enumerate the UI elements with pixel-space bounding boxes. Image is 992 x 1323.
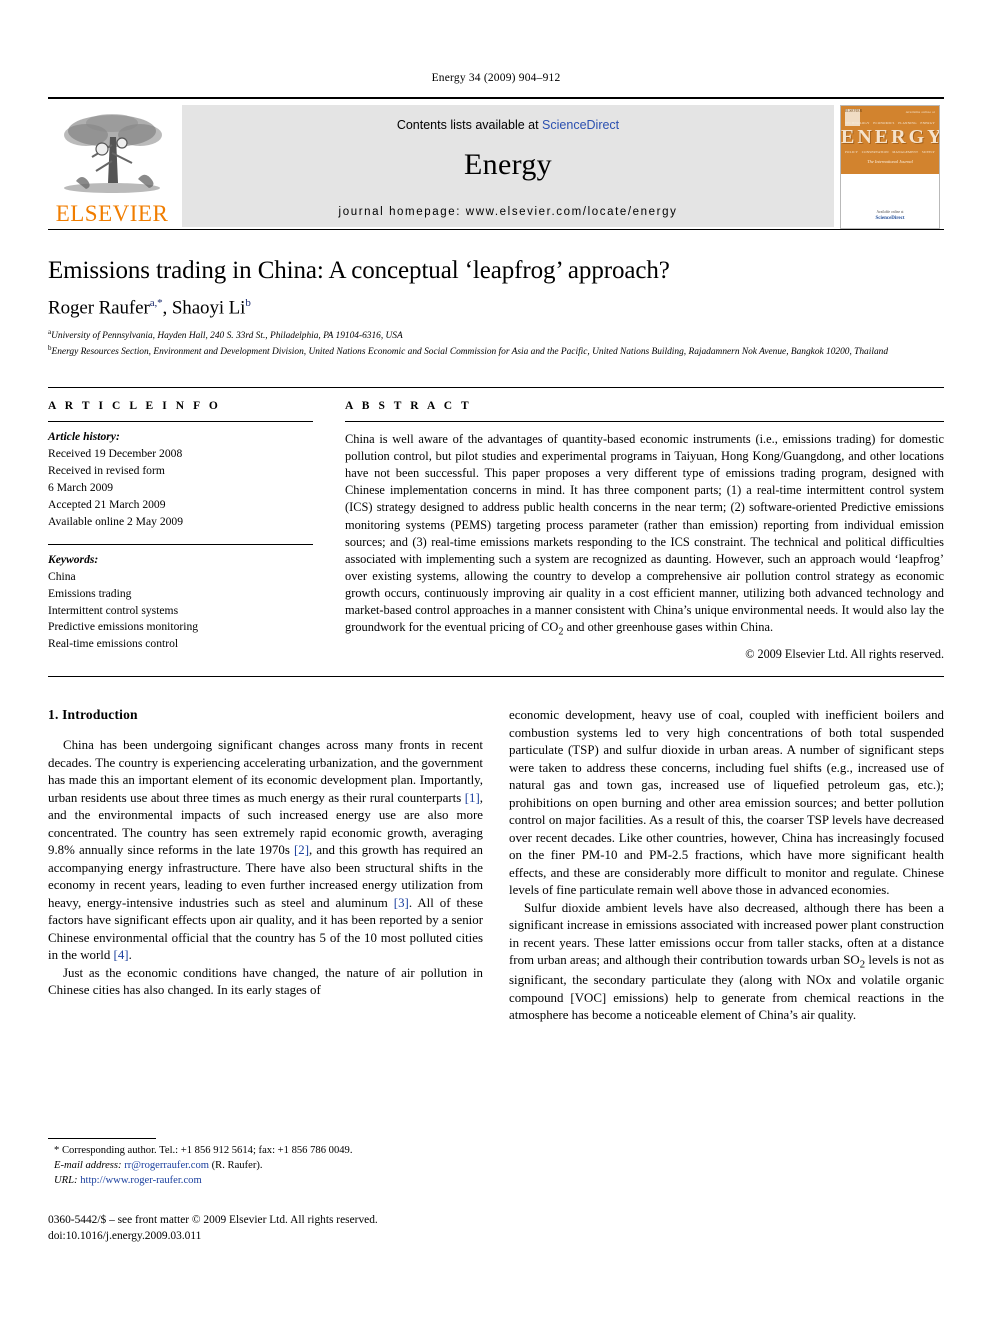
keyword-item: Real-time emissions control [48,637,179,651]
footnote-block: * Corresponding author. Tel.: +1 856 912… [48,1138,488,1188]
section-heading-introduction: 1. Introduction [48,707,138,723]
imprint-block: 0360-5442/$ – see front matter © 2009 El… [48,1212,518,1244]
citation-link[interactable]: [4] [114,948,129,962]
body-left-column: 1. Introduction China has been undergoin… [48,707,483,1024]
abstract-text: China is well aware of the advantages of… [345,422,944,639]
keyword-item: Predictive emissions monitoring [48,620,199,634]
article-history: Article history: Received 19 December 20… [48,422,313,531]
keyword-item: Intermittent control systems [48,603,179,617]
article-history-label: Article history: [48,430,120,444]
paragraph: economic development, heavy use of coal,… [509,708,944,898]
article-title: Emissions trading in China: A conceptual… [48,257,670,284]
cover-keywords-bottom: POLICY CONSERVATION MANAGEMENT SUPPLY [845,150,935,154]
body-columns: 1. Introduction China has been undergoin… [48,707,944,1024]
cover-keywords-top: TECHNOLOGY ECONOMICS PLANNING ENERGY [845,121,935,125]
cover-kw: ECONOMICS [873,121,895,125]
author-name: Shaoyi Li [171,297,246,319]
email-label: E-mail address: [54,1160,122,1172]
article-info-heading: A R T I C L E I N F O [48,400,221,413]
author-list: Roger Raufera,*, Shaoyi Lib [48,297,251,319]
email-link[interactable]: rr@rogerraufer.com [124,1160,209,1171]
imprint-doi: doi:10.1016/j.energy.2009.03.011 [48,1230,202,1243]
citation-link[interactable]: [1] [465,791,480,805]
elsevier-wordmark: ELSEVIER [55,201,169,226]
url-note: URL: http://www.roger-raufer.com [48,1173,488,1188]
author-marks: b [245,297,251,309]
banner-bottom-rule [48,229,944,230]
abstract-copyright: © 2009 Elsevier Ltd. All rights reserved… [745,647,944,662]
affiliations: aUniversity of Pennsylvania, Hayden Hall… [48,328,944,359]
abstract-bottom-rule [48,676,944,678]
author-name: Roger Raufer [48,297,150,319]
cover-title: ENERGY [841,126,940,148]
paragraph: Sulfur dioxide ambient levels have also … [509,900,944,1023]
abstract-tail: and other greenhouse gases within China. [563,619,774,634]
cover-issn-text: Available online at [905,110,935,114]
cover-kw: PLANNING [898,121,917,125]
affiliation-item: aUniversity of Pennsylvania, Hayden Hall… [48,328,944,343]
author-marks: a,* [149,297,163,309]
abstract-heading: A B S T R A C T [345,400,472,413]
journal-banner: ELSEVIER Contents lists available at Sci… [48,97,944,229]
elsevier-logo: ELSEVIER [48,105,176,225]
body-right-column: economic development, heavy use of coal,… [509,707,944,1024]
cover-subtitle: The International Journal [867,159,913,164]
history-item: Received in revised form [48,464,165,478]
cover-kw: CONSERVATION [861,150,889,154]
paragraph: China has been undergoing significant ch… [48,738,483,963]
imprint-front-matter: 0360-5442/$ – see front matter © 2009 El… [48,1214,378,1226]
title-area: Emissions trading in China: A conceptual… [48,256,944,359]
cover-kw: POLICY [845,150,859,154]
history-item: 6 March 2009 [48,481,114,495]
keywords-block: Keywords: China Emissions trading Interm… [48,545,313,654]
journal-homepage-link[interactable]: journal homepage: www.elsevier.com/locat… [182,206,834,218]
article-info-column: A R T I C L E I N F O Article history: R… [48,388,335,662]
keyword-item: China [48,569,76,583]
cover-sciencedirect-mark: Available online at ScienceDirect [841,210,939,222]
cover-top-band: ELSEVIER Available online at TECHNOLOGY … [841,106,939,174]
running-head: Energy 34 (2009) 904–912 [431,72,561,84]
cover-kw: MANAGEMENT [892,150,919,154]
cover-bottom-band: Available online at ScienceDirect [841,174,939,228]
contents-available-line: Contents lists available at ScienceDirec… [182,105,834,132]
cover-sd-logo: ScienceDirect [875,215,905,221]
paper-page: Energy 34 (2009) 904–912 ELSEVIER Conten… [0,0,992,1323]
url-label: URL: [54,1175,78,1187]
keywords-label: Keywords: [48,552,99,566]
paragraph: Just as the economic conditions have cha… [48,965,483,998]
url-link[interactable]: http://www.roger-raufer.com [80,1175,201,1186]
contents-prefix: Contents lists available at [396,118,543,132]
history-item: Received 19 December 2008 [48,447,183,461]
history-item: Accepted 21 March 2009 [48,497,166,511]
elsevier-tree-icon [64,114,162,193]
email-note: E-mail address: rr@rogerraufer.com (R. R… [48,1158,488,1173]
citation-link[interactable]: [3] [394,896,409,910]
keyword-item: Emissions trading [48,586,132,600]
journal-cover-thumbnail[interactable]: ELSEVIER Available online at TECHNOLOGY … [840,105,940,229]
sciencedirect-link[interactable]: ScienceDirect [542,118,619,132]
cover-sd-top: Available online at [876,209,904,214]
cover-kw: TECHNOLOGY [845,121,870,125]
abstract-main: China is well aware of the advantages of… [345,432,944,634]
info-abstract-block: A R T I C L E I N F O Article history: R… [48,387,944,662]
affiliation-text: University of Pennsylvania, Hayden Hall,… [51,331,403,342]
corresponding-author-note: * Corresponding author. Tel.: +1 856 912… [54,1145,353,1156]
banner-center: Contents lists available at ScienceDirec… [182,105,834,227]
journal-title: Energy [464,148,552,181]
abstract-column: A B S T R A C T China is well aware of t… [335,388,944,662]
affiliation-item: bEnergy Resources Section, Environment a… [48,344,944,359]
footnote-rule [48,1138,156,1139]
email-owner: (R. Raufer). [211,1160,263,1172]
history-item: Available online 2 May 2009 [48,514,184,528]
cover-kw: ENERGY [920,121,935,125]
affiliation-text: Energy Resources Section, Environment an… [51,346,889,357]
citation-link[interactable]: [2] [294,843,309,857]
journal-cover-block: ELSEVIER Available online at TECHNOLOGY … [840,105,944,229]
cover-kw: SUPPLY [921,150,935,154]
